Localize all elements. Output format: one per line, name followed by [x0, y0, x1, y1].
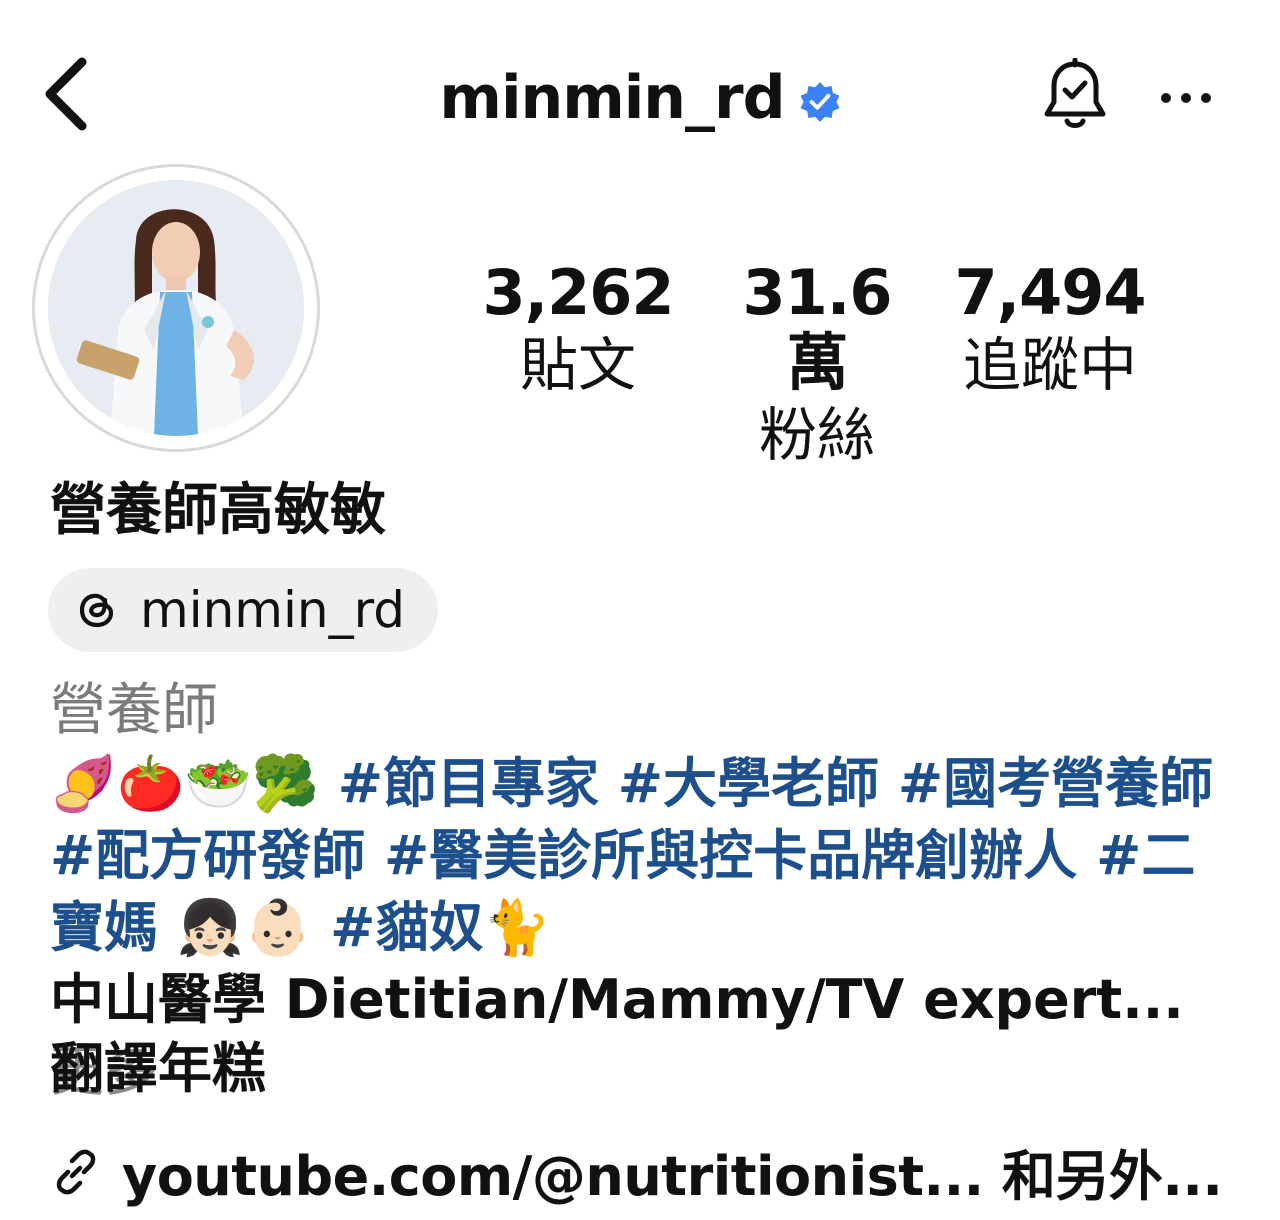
followers-stat[interactable]: 31.6 萬 粉絲 [702, 258, 932, 470]
threads-icon [79, 593, 114, 628]
following-stat[interactable]: 7,494 追蹤中 [950, 258, 1150, 400]
notification-bell-icon[interactable] [1040, 58, 1110, 132]
verified-badge-icon [800, 82, 839, 122]
posts-count: 3,262 [482, 256, 674, 329]
bio-emojis-food: 🍠🍅🥗🥦 [50, 752, 319, 815]
header-username: minmin_rd [439, 63, 785, 133]
posts-label: 貼文 [519, 331, 636, 399]
followers-label: 粉絲 [758, 401, 875, 469]
link-icon [56, 1149, 96, 1194]
bio-hashtag-cat[interactable]: #貓奴 [330, 896, 483, 959]
translate-button[interactable]: 翻譯年糕 [50, 1036, 266, 1102]
following-label: 追蹤中 [962, 331, 1137, 399]
display-name: 營養師高敏敏 [50, 478, 386, 543]
threads-badge-button[interactable]: minmin_rd [48, 568, 438, 652]
external-link[interactable]: youtube.com/@nutritionist... 和另外... [50, 1132, 1223, 1211]
bio-emojis-kids: 👧🏻👶🏻 [176, 896, 312, 959]
more-options-icon[interactable] [1158, 80, 1214, 116]
followers-count: 31.6 萬 [742, 256, 893, 399]
bio-description: 中山醫學 Dietitian/Mammy/TV expert [50, 968, 1123, 1031]
avatar-portrait-icon [48, 180, 304, 436]
bio-emoji-cat: 🐈 [483, 896, 551, 959]
threads-handle: minmin_rd [140, 581, 405, 639]
avatar[interactable] [48, 180, 304, 436]
following-count: 7,494 [954, 256, 1146, 329]
posts-stat[interactable]: 3,262 貼文 [478, 258, 678, 400]
bio-ellipsis: ... [1122, 968, 1184, 1031]
profile-category: 營養師 [50, 678, 218, 743]
external-link-text: youtube.com/@nutritionist... 和另外... [122, 1145, 1223, 1208]
